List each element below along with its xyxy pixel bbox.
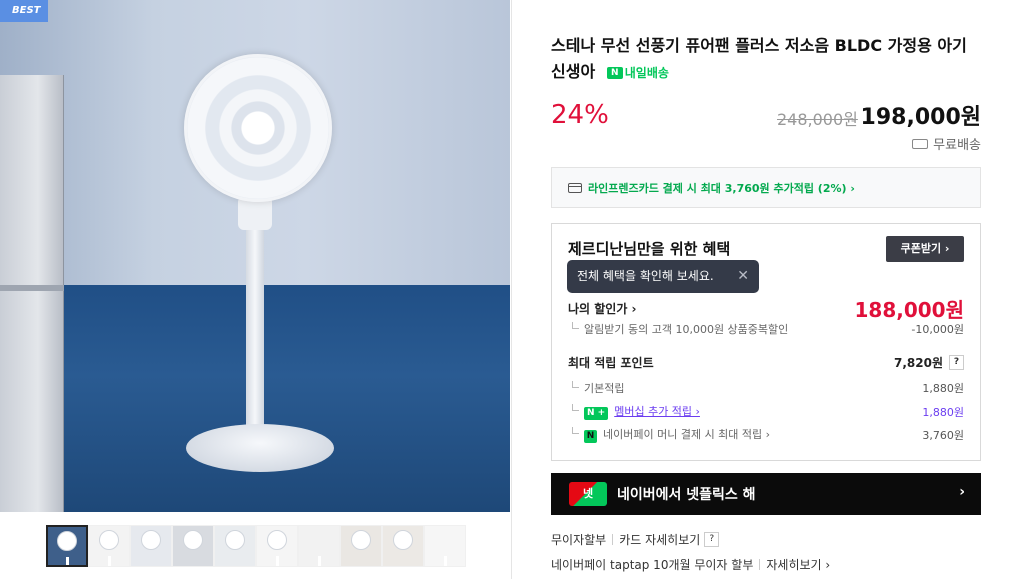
alarm-discount-value: -10,000원 xyxy=(911,323,964,336)
fan-head xyxy=(184,54,332,202)
npay-points-row: N 네이버페이 머니 결제 시 최대 적립 › 3,760원 xyxy=(568,426,964,443)
delivery-badge-label: 내일배송 xyxy=(624,65,669,80)
product-main-image[interactable]: BEST xyxy=(0,0,510,512)
sale-price: 198,000원 xyxy=(860,105,981,130)
basic-points-value: 1,880원 xyxy=(922,382,964,395)
thumbnail-7[interactable] xyxy=(298,525,340,567)
netflix-banner[interactable]: 넷 네이버에서 넷플릭스 해 › xyxy=(551,473,981,515)
naver-pay-icon: N xyxy=(584,430,597,443)
original-price: 248,000원 xyxy=(777,110,858,129)
thumbnail-strip xyxy=(46,525,466,567)
my-price-value: 188,000원 xyxy=(854,298,965,322)
no-interest-label: 무이자할부 xyxy=(551,533,607,547)
my-price-row: 나의 할인가 › 188,000원 xyxy=(568,294,964,323)
delivery-badge: N 내일배송 xyxy=(606,60,669,86)
thumbnail-2[interactable] xyxy=(88,525,130,567)
close-icon[interactable]: ✕ xyxy=(737,260,749,293)
membership-points-value: 1,880원 xyxy=(922,405,964,419)
shipping-info: 무료배송 xyxy=(912,134,981,153)
netflix-logo-icon: 넷 xyxy=(569,482,607,506)
fan-base xyxy=(186,424,334,472)
tooltip-text: 전체 혜택을 확인해 보세요. xyxy=(577,269,714,283)
naver-n-icon: N xyxy=(606,66,623,79)
thumbnail-5[interactable] xyxy=(214,525,256,567)
membership-points-row: N + 멤버십 추가 적립 › 1,880원 xyxy=(568,403,964,420)
card-promo-text: 라인프렌즈카드 결제 시 최대 3,760원 추가적립 (2%) › xyxy=(588,181,855,195)
points-value: 7,820원 xyxy=(894,356,943,370)
alarm-discount-row: 알림받기 동의 고객 10,000원 상품중복할인 -10,000원 xyxy=(568,321,964,337)
basic-points-label: 기본적립 xyxy=(568,380,624,396)
benefit-tooltip: 전체 혜택을 확인해 보세요. ✕ xyxy=(567,260,759,293)
naver-plus-icon: N + xyxy=(584,407,609,420)
thumbnail-4[interactable] xyxy=(172,525,214,567)
thumbnail-3[interactable] xyxy=(130,525,172,567)
npay-points-link[interactable]: 네이버페이 머니 결제 시 최대 적립 › xyxy=(603,428,770,441)
fan-pole xyxy=(246,200,264,440)
points-value-wrap: 7,820원 ? xyxy=(894,354,964,371)
points-row: 최대 적립 포인트 7,820원 ? xyxy=(568,354,964,371)
thumbnail-1[interactable] xyxy=(46,525,88,567)
points-label: 최대 적립 포인트 xyxy=(568,356,654,370)
help-icon[interactable]: ? xyxy=(704,532,720,547)
my-price-label[interactable]: 나의 할인가 › xyxy=(568,300,637,317)
thumbnail-10[interactable] xyxy=(424,525,466,567)
credit-card-icon xyxy=(568,182,582,193)
installment-row-1: 무이자할부 카드 자세히보기 ? xyxy=(551,531,720,548)
divider xyxy=(612,534,614,545)
product-info-panel: 스테나 무선 선풍기 퓨어팬 플러스 저소음 BLDC 가정용 아기 신생아 N… xyxy=(551,0,981,579)
membership-points-label-wrap: N + 멤버십 추가 적립 › xyxy=(568,403,700,420)
card-promo-banner[interactable]: 라인프렌즈카드 결제 시 최대 3,760원 추가적립 (2%) › xyxy=(551,167,981,208)
alarm-discount-label: 알림받기 동의 고객 10,000원 상품중복할인 xyxy=(568,321,788,337)
installment-row-2: 네이버페이 taptap 10개월 무이자 할부 자세히보기 › xyxy=(551,556,830,573)
thumbnail-8[interactable] xyxy=(340,525,382,567)
membership-points-link[interactable]: 멤버십 추가 적립 › xyxy=(614,405,700,418)
shipping-label: 무료배송 xyxy=(933,138,981,153)
npay-points-label-wrap: N 네이버페이 머니 결제 시 최대 적립 › xyxy=(568,426,770,443)
product-title: 스테나 무선 선풍기 퓨어팬 플러스 저소음 BLDC 가정용 아기 신생아 N… xyxy=(551,33,981,86)
help-icon[interactable]: ? xyxy=(949,355,964,370)
thumbnail-9[interactable] xyxy=(382,525,424,567)
card-detail-link[interactable]: 카드 자세히보기 xyxy=(619,531,700,548)
benefit-box: 제르디난님만을 위한 혜택 쿠폰받기 › 전체 혜택을 확인해 보세요. ✕ 나… xyxy=(551,223,981,461)
best-badge: BEST xyxy=(0,0,48,22)
coupon-button[interactable]: 쿠폰받기 › xyxy=(886,236,964,262)
product-gallery: BEST xyxy=(0,0,512,579)
npay-points-value: 3,760원 xyxy=(922,428,964,442)
chevron-right-icon: › xyxy=(959,484,965,500)
basic-points-row: 기본적립 1,880원 xyxy=(568,380,964,396)
divider xyxy=(759,559,761,570)
netflix-banner-text: 네이버에서 넷플릭스 해 xyxy=(617,487,756,503)
truck-icon xyxy=(912,138,929,149)
discount-rate: 24% xyxy=(551,100,609,130)
detail-link[interactable]: 자세히보기 › xyxy=(766,556,830,573)
background-cabinet xyxy=(0,75,64,512)
npay-taptap-label: 네이버페이 taptap 10개월 무이자 할부 xyxy=(551,558,754,572)
benefit-title: 제르디난님만을 위한 혜택 xyxy=(568,240,731,258)
thumbnail-6[interactable] xyxy=(256,525,298,567)
